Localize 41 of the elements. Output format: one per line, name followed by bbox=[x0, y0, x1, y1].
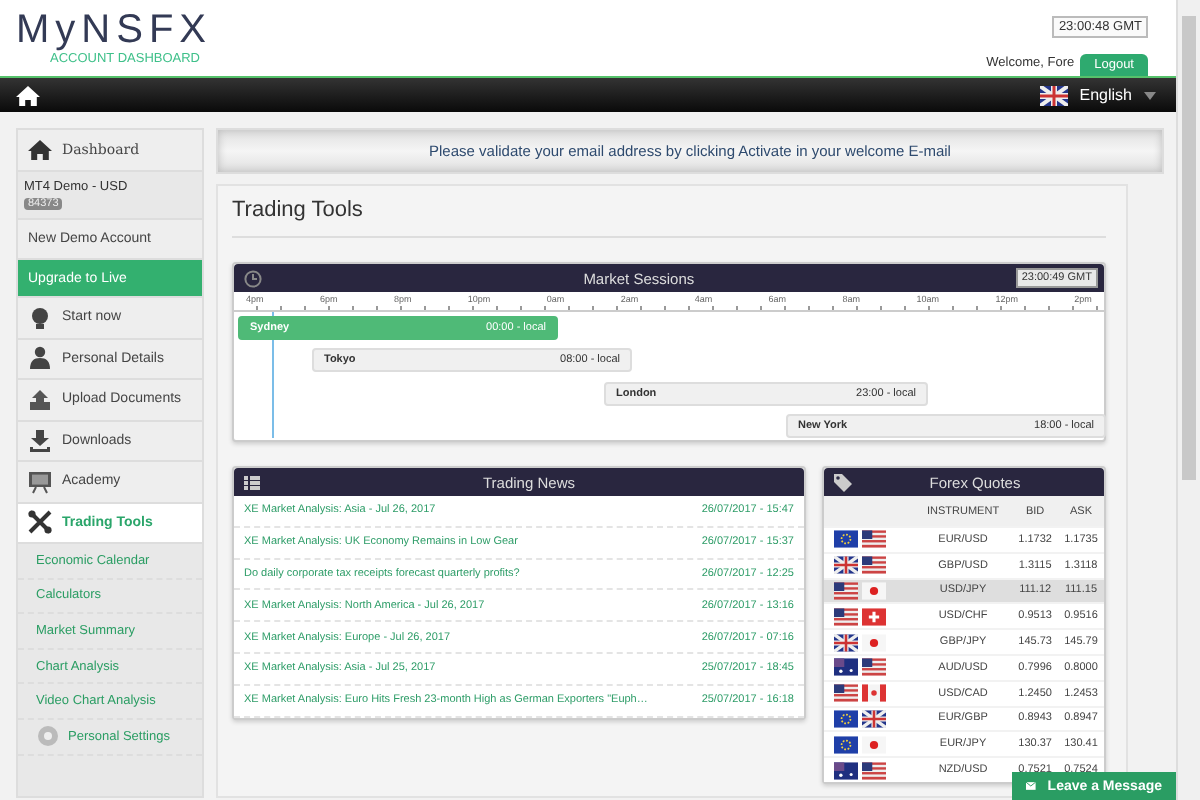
download-icon bbox=[28, 428, 52, 453]
flag-icon bbox=[834, 556, 858, 575]
flag-icon bbox=[834, 530, 858, 549]
flag-icon bbox=[862, 530, 886, 549]
flag-icon bbox=[862, 735, 886, 754]
flag-icon bbox=[862, 658, 886, 677]
flag-icon bbox=[862, 633, 886, 652]
flag-icon bbox=[862, 684, 886, 703]
flag-icon bbox=[862, 581, 886, 600]
clock-icon bbox=[244, 269, 262, 287]
upload-icon bbox=[28, 387, 52, 412]
flag-icon bbox=[834, 709, 858, 728]
scrollbar-thumb[interactable] bbox=[1182, 16, 1196, 480]
home-button[interactable] bbox=[16, 83, 40, 107]
home-icon bbox=[16, 83, 40, 107]
flag-icon bbox=[834, 633, 858, 652]
flag-icon bbox=[862, 709, 886, 728]
tag-icon bbox=[834, 473, 852, 491]
current-time-line bbox=[272, 312, 274, 438]
home-icon bbox=[28, 137, 52, 162]
gear-icon bbox=[36, 724, 60, 749]
flag-icon bbox=[862, 556, 886, 575]
flag-icon bbox=[834, 581, 858, 600]
language-selector[interactable]: English bbox=[1039, 85, 1156, 105]
flag-icon bbox=[862, 607, 886, 626]
uk-flag-icon bbox=[1039, 85, 1068, 105]
flag-icon bbox=[834, 607, 858, 626]
person-icon bbox=[28, 346, 52, 371]
tools-icon bbox=[28, 510, 52, 535]
page-title: Trading Tools bbox=[232, 198, 1106, 238]
flag-icon bbox=[834, 684, 858, 703]
logo-text: MyNSFX bbox=[16, 8, 212, 52]
scrollbar[interactable] bbox=[1176, 0, 1200, 800]
flag-icon bbox=[862, 761, 886, 780]
lightbulb-icon bbox=[28, 305, 52, 330]
monitor-icon bbox=[28, 469, 52, 494]
list-icon bbox=[244, 475, 260, 489]
flag-icon bbox=[834, 735, 858, 754]
envelope-icon bbox=[1026, 778, 1036, 794]
caret-icon bbox=[1144, 91, 1156, 99]
flag-icon bbox=[834, 658, 858, 677]
